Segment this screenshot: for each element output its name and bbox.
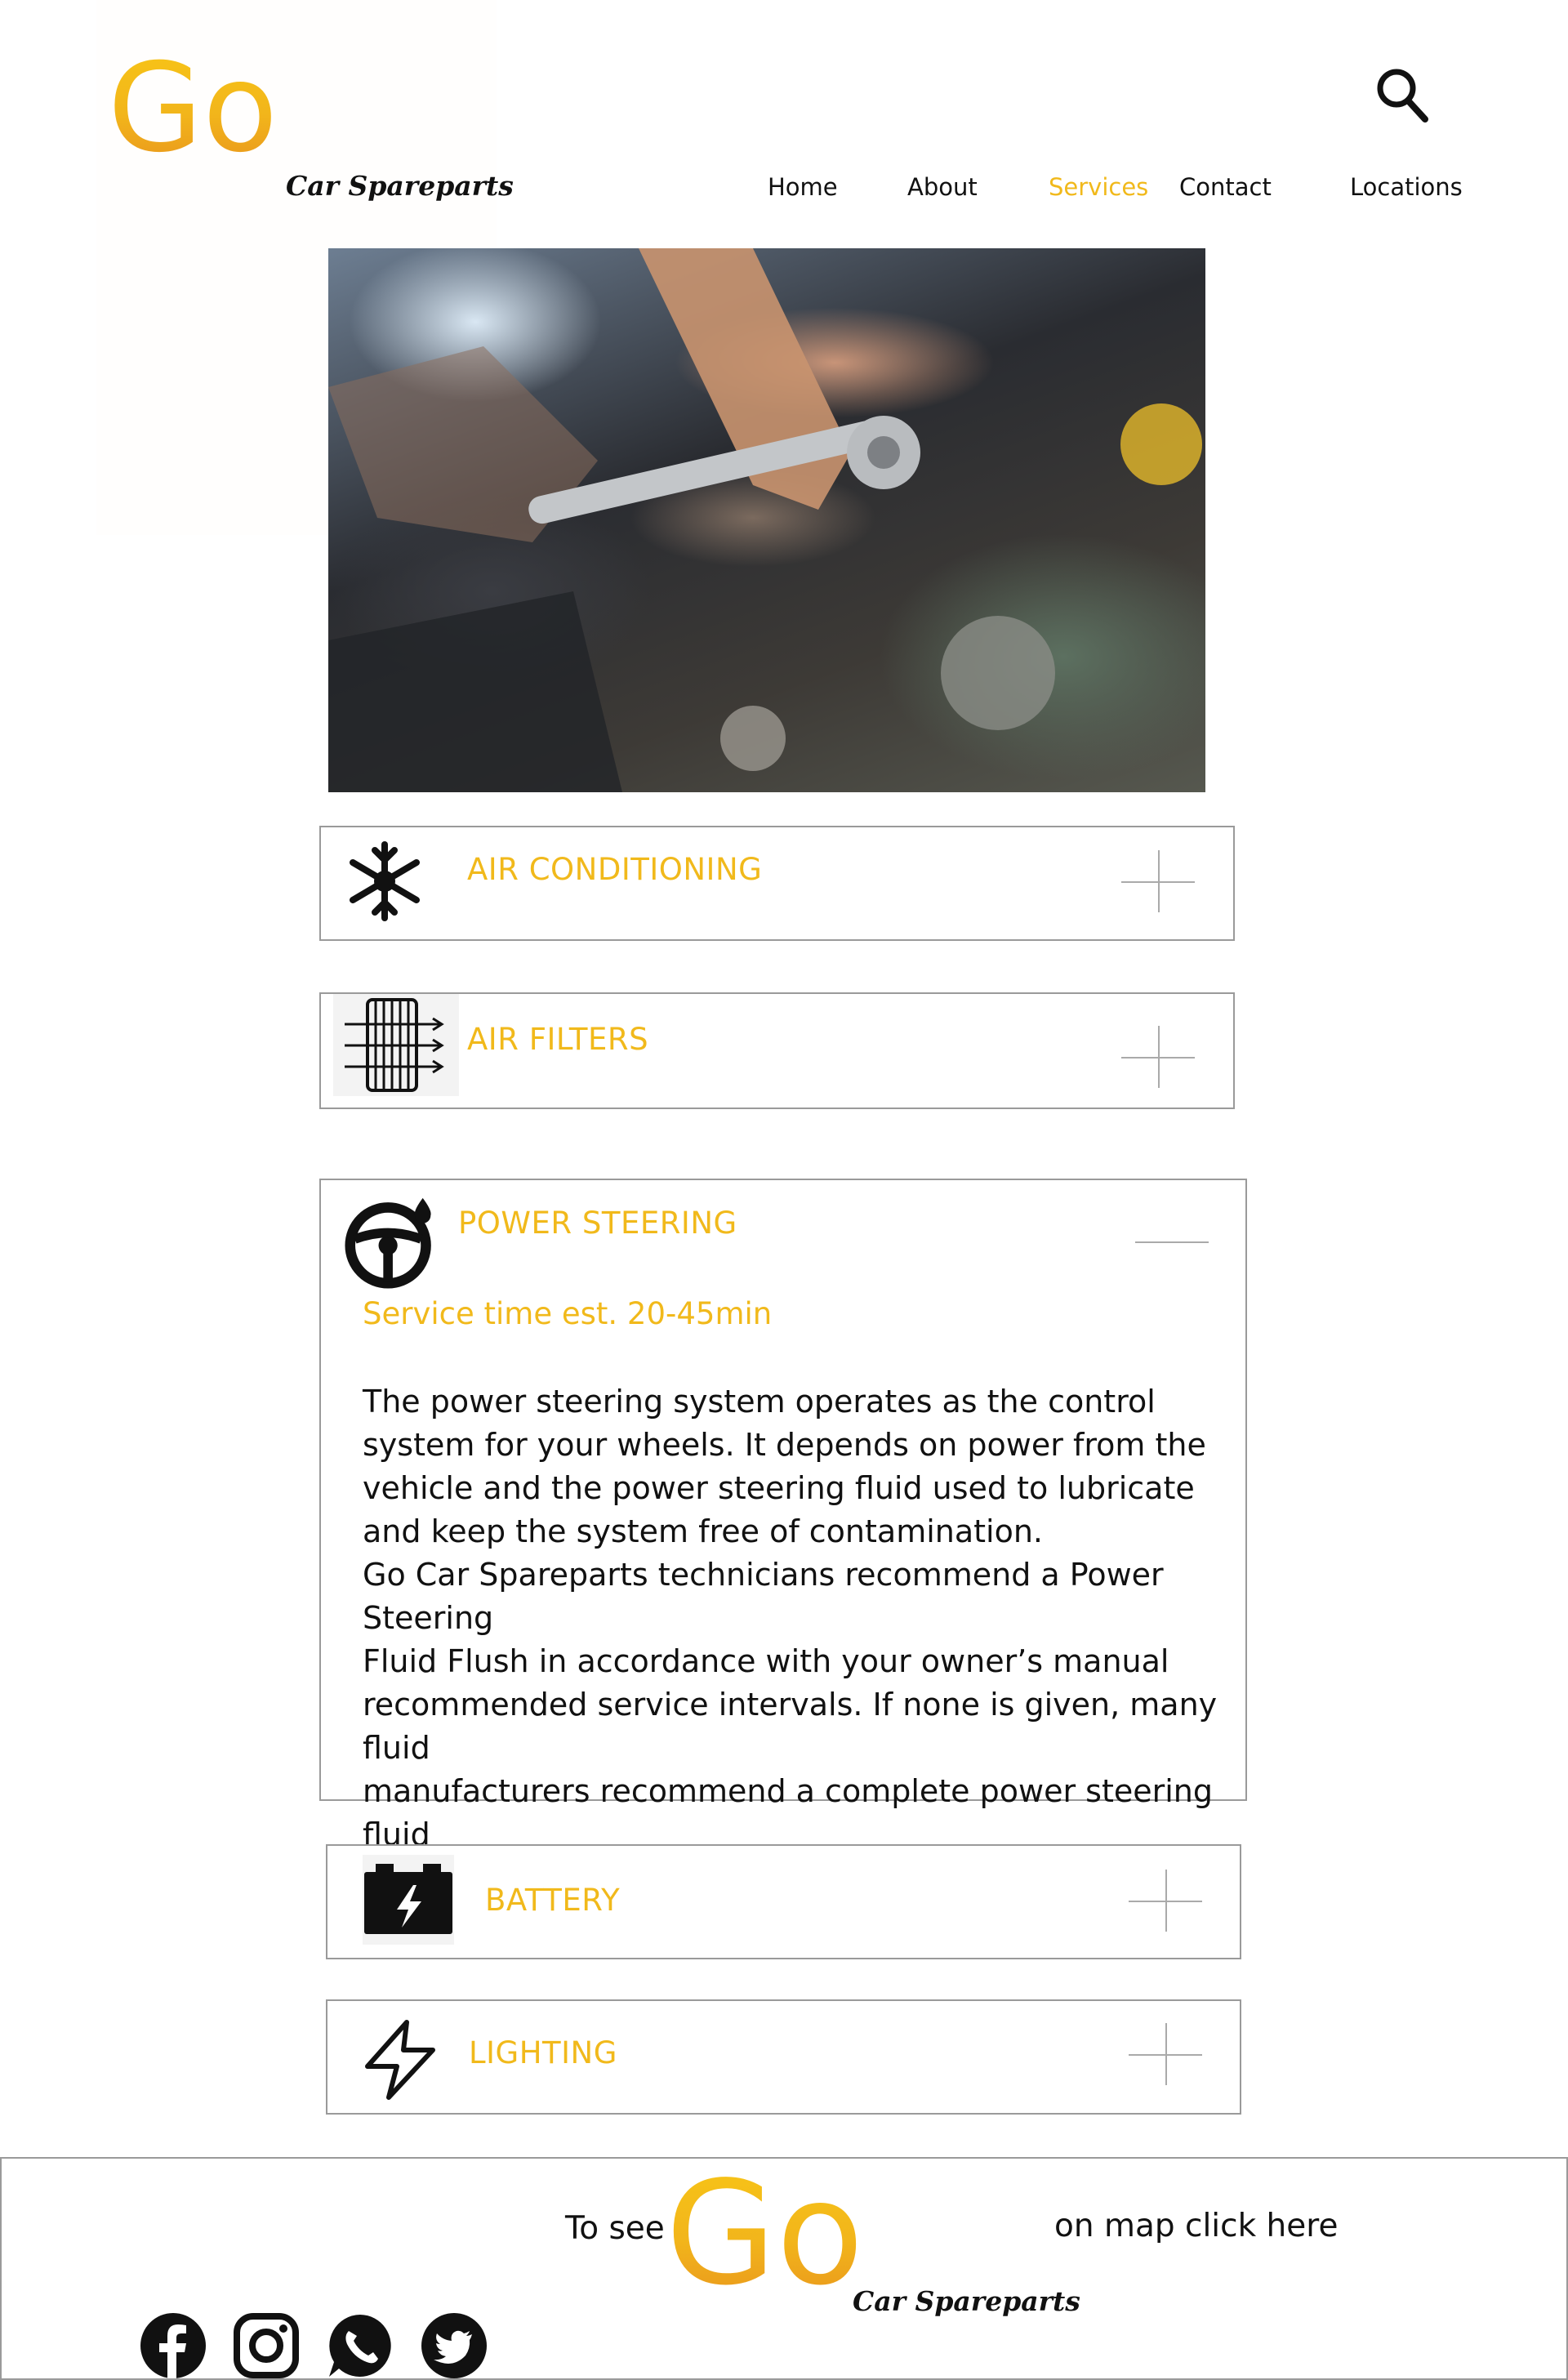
service-time: Service time est. 20-45min [363, 1296, 773, 1331]
expand-icon-air-filters[interactable] [1121, 1026, 1195, 1088]
service-card-battery[interactable] [326, 1844, 1241, 1959]
expand-icon-air-conditioning[interactable] [1121, 850, 1195, 912]
expand-icon-lighting[interactable] [1129, 2023, 1202, 2085]
service-title-air-filters[interactable]: AIR FILTERS [467, 1022, 648, 1057]
twitter-icon[interactable] [421, 2313, 487, 2378]
battery-icon [364, 1864, 452, 1934]
collapse-icon-power-steering[interactable] [1135, 1241, 1209, 1243]
air-filter-icon [345, 998, 444, 1092]
footer-map-link[interactable]: on map click here [1054, 2208, 1338, 2244]
service-title-power-steering[interactable]: POWER STEERING [458, 1206, 737, 1241]
service-title-air-conditioning[interactable]: AIR CONDITIONING [467, 852, 762, 887]
lightning-icon [365, 2020, 435, 2100]
nav-about[interactable]: About [907, 173, 978, 201]
nav-services[interactable]: Services [1049, 173, 1148, 201]
nav-locations[interactable]: Locations [1350, 173, 1463, 201]
service-card-air-conditioning[interactable] [319, 826, 1235, 941]
hero-image [328, 248, 1205, 792]
footer-logo-tagline: Car Spareparts [853, 2285, 1080, 2317]
service-title-lighting[interactable]: LIGHTING [469, 2035, 617, 2070]
search-icon[interactable] [1374, 64, 1431, 126]
service-card-lighting[interactable] [326, 1999, 1241, 2115]
logo-go[interactable]: Go [108, 47, 278, 170]
service-title-battery[interactable]: BATTERY [485, 1883, 620, 1918]
footer-to-see: To see [565, 2210, 665, 2247]
service-description: The power steering system operates as th… [363, 1384, 1218, 1896]
nav-contact[interactable]: Contact [1179, 173, 1272, 201]
instagram-icon[interactable] [234, 2313, 299, 2378]
logo-tagline: Car Spareparts [286, 170, 514, 202]
facebook-icon[interactable] [140, 2313, 206, 2378]
nav-home[interactable]: Home [768, 173, 838, 201]
whatsapp-icon[interactable] [327, 2313, 393, 2378]
hero-illustration [328, 248, 1202, 792]
expand-icon-battery[interactable] [1129, 1870, 1202, 1932]
footer-logo-go[interactable]: Go [666, 2163, 864, 2306]
snowflake-icon [350, 841, 420, 921]
steering-wheel-icon [345, 1197, 431, 1289]
